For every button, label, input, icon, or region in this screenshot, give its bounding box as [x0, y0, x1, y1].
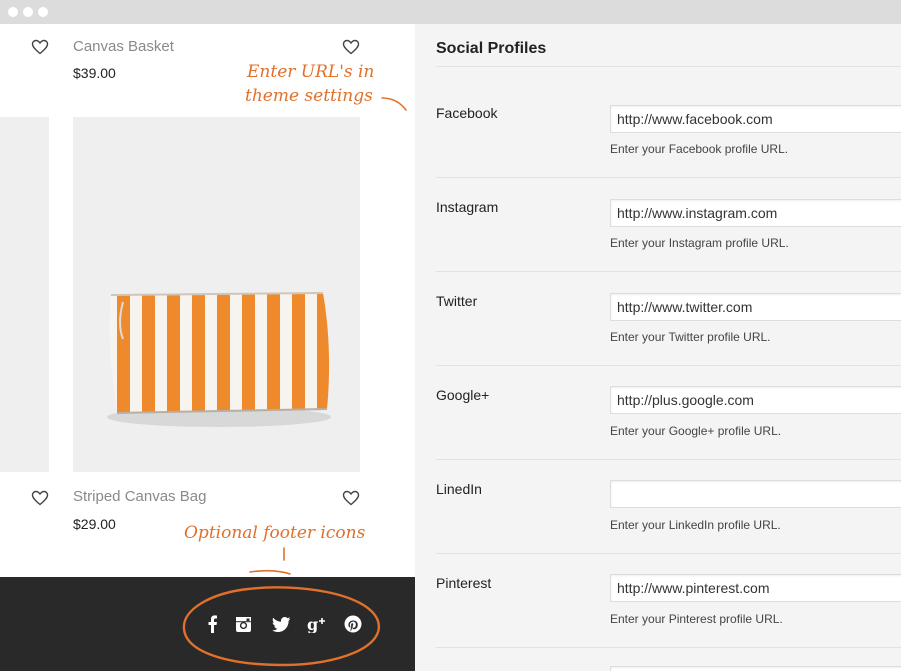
instagram-icon[interactable] — [232, 613, 254, 635]
window-dot-3[interactable] — [38, 7, 48, 17]
annotation-theme-settings-line2: theme settings — [245, 86, 373, 106]
divider — [436, 177, 901, 178]
product-image-partial[interactable] — [0, 117, 49, 472]
divider — [436, 271, 901, 272]
wishlist-heart-icon[interactable] — [31, 490, 49, 506]
twitter-url-input[interactable]: http://www.twitter.com — [610, 293, 901, 321]
field-label-twitter: Twitter — [436, 293, 478, 309]
google-plus-icon[interactable]: g — [306, 613, 328, 635]
next-field-input[interactable] — [610, 666, 901, 671]
facebook-icon[interactable] — [201, 613, 223, 635]
field-description-google-plus: Enter your Google+ profile URL. — [610, 424, 782, 438]
wishlist-heart-icon[interactable] — [31, 39, 49, 55]
divider — [436, 459, 901, 460]
facebook-url-input[interactable]: http://www.facebook.com — [610, 105, 901, 133]
annotation-footer-icons: Optional footer icons — [184, 523, 366, 543]
field-description-linkedin: Enter your LinkedIn profile URL. — [610, 518, 781, 532]
linkedin-url-input[interactable] — [610, 480, 901, 508]
window-titlebar — [0, 0, 901, 24]
field-description-instagram: Enter your Instagram profile URL. — [610, 236, 789, 250]
pinterest-url-input[interactable]: http://www.pinterest.com — [610, 574, 901, 602]
twitter-icon[interactable] — [270, 613, 292, 635]
svg-text:g: g — [307, 615, 318, 633]
divider — [436, 553, 901, 554]
instagram-url-input[interactable]: http://www.instagram.com — [610, 199, 901, 227]
field-label-linkedin: LinedIn — [436, 481, 482, 497]
field-label-pinterest: Pinterest — [436, 575, 492, 591]
pinterest-icon[interactable] — [342, 613, 364, 635]
divider — [436, 647, 901, 648]
settings-title: Social Profiles — [436, 40, 547, 57]
product-name[interactable]: Striped Canvas Bag — [73, 488, 206, 505]
window-dot-2[interactable] — [23, 7, 33, 17]
field-description-twitter: Enter your Twitter profile URL. — [610, 330, 771, 344]
field-label-instagram: Instagram — [436, 199, 499, 215]
annotation-arrow-icon — [249, 547, 291, 575]
divider — [436, 66, 901, 67]
google-plus-url-input[interactable]: http://plus.google.com — [610, 386, 901, 414]
product-price: $39.00 — [73, 65, 116, 81]
wishlist-heart-icon[interactable] — [342, 490, 360, 506]
store-footer: g — [0, 577, 415, 671]
annotation-theme-settings-line1: Enter URL's in — [247, 62, 375, 82]
field-label-facebook: Facebook — [436, 105, 498, 121]
store-preview: Canvas Basket $39.00 Enter URL's in them… — [0, 24, 415, 671]
annotation-arrow-icon — [381, 97, 407, 111]
product-name[interactable]: Canvas Basket — [73, 38, 174, 55]
window-dot-1[interactable] — [8, 7, 18, 17]
field-description-pinterest: Enter your Pinterest profile URL. — [610, 612, 783, 626]
divider — [436, 365, 901, 366]
wishlist-heart-icon[interactable] — [342, 39, 360, 55]
product-price: $29.00 — [73, 516, 116, 532]
field-description-facebook: Enter your Facebook profile URL. — [610, 142, 789, 156]
social-profiles-settings: Social Profiles Facebook http://www.face… — [415, 24, 901, 671]
field-label-google-plus: Google+ — [436, 387, 490, 403]
striped-bag-illustration — [107, 292, 331, 427]
product-image-striped-bag[interactable] — [73, 117, 360, 472]
